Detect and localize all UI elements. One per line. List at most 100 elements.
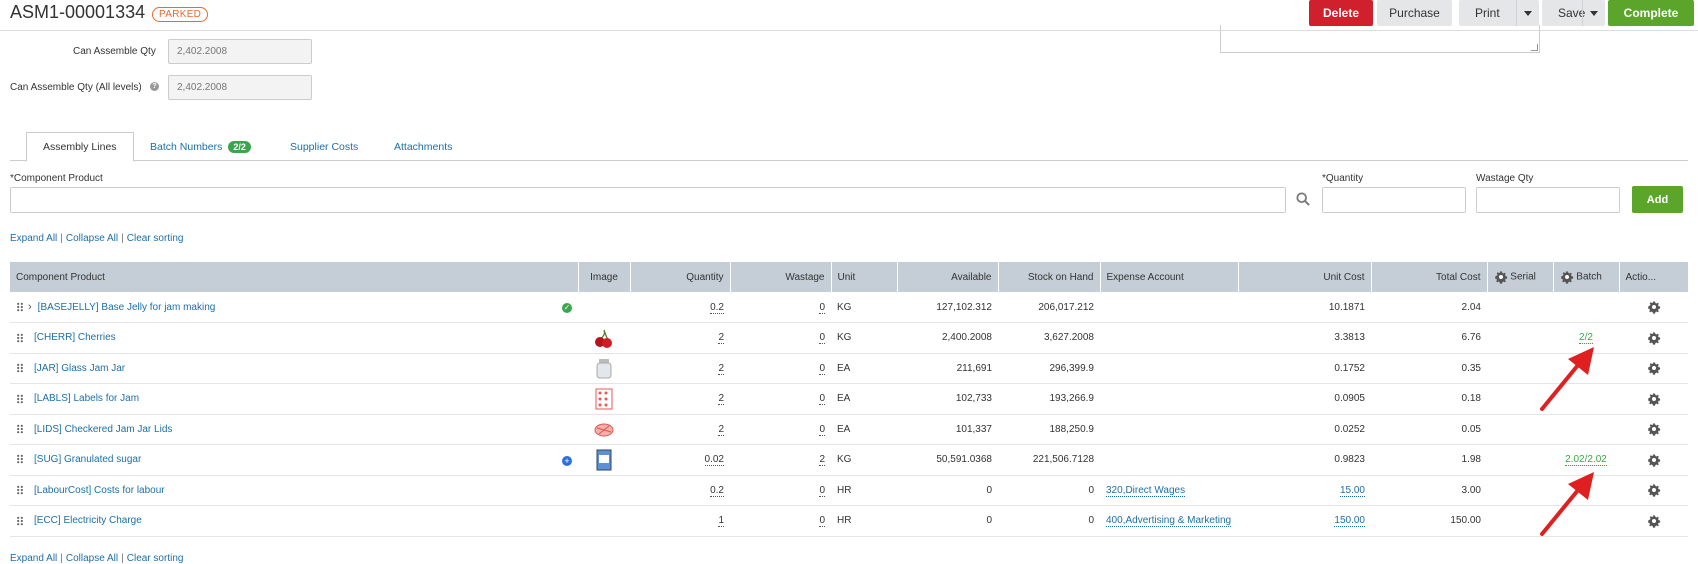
col-wastage[interactable]: Wastage xyxy=(730,262,832,292)
table-row[interactable]: [LABLS] Labels for Jam 2 0 EA 102,733 193,266… xyxy=(10,383,1688,415)
expense-account-link[interactable]: 320,Direct Wages xyxy=(1106,484,1186,497)
product-image[interactable] xyxy=(594,418,614,440)
save-button[interactable]: Save xyxy=(1542,0,1605,26)
component-product-input[interactable] xyxy=(10,187,1286,213)
complete-button[interactable]: Complete xyxy=(1608,0,1694,26)
quantity-value[interactable]: 2 xyxy=(718,332,724,345)
wastage-value[interactable]: 0 xyxy=(819,515,825,528)
col-total-cost[interactable]: Total Cost xyxy=(1371,262,1488,292)
product-link[interactable]: [CHERR] Cherries xyxy=(34,332,116,343)
expand-all-link[interactable]: Expand All xyxy=(10,233,57,244)
gear-icon[interactable] xyxy=(1647,331,1661,345)
expense-account-link[interactable]: 400,Advertising & Marketing xyxy=(1106,515,1232,528)
col-serial[interactable]: Serial xyxy=(1487,262,1554,292)
wastage-value[interactable]: 2 xyxy=(819,454,825,467)
delete-button[interactable]: Delete xyxy=(1309,0,1373,26)
product-image[interactable] xyxy=(594,449,614,471)
product-link[interactable]: [LabourCost] Costs for labour xyxy=(34,485,165,496)
tab-batch-numbers[interactable]: Batch Numbers 2/2 xyxy=(150,132,251,161)
product-link[interactable]: [SUG] Granulated sugar xyxy=(34,454,141,465)
product-link[interactable]: [LABLS] Labels for Jam xyxy=(34,393,139,404)
drag-handle-icon[interactable] xyxy=(16,363,24,373)
expand-all-link[interactable]: Expand All xyxy=(10,553,57,564)
drag-handle-icon[interactable] xyxy=(16,516,24,526)
purchase-button[interactable]: Purchase xyxy=(1377,0,1452,26)
col-quantity[interactable]: Quantity xyxy=(630,262,731,292)
product-link[interactable]: [ECC] Electricity Charge xyxy=(34,515,142,526)
col-component-product[interactable]: Component Product xyxy=(10,262,579,292)
unit-cost-value[interactable]: 15.00 xyxy=(1339,484,1365,497)
gear-icon[interactable] xyxy=(1647,361,1661,375)
unit-cost-value[interactable]: 150.00 xyxy=(1334,515,1365,528)
batch-link[interactable]: 2/2 xyxy=(1579,332,1593,345)
product-link[interactable]: [LIDS] Checkered Jam Jar Lids xyxy=(34,424,172,435)
clear-sorting-link[interactable]: Clear sorting xyxy=(127,553,184,564)
table-row[interactable]: [CHERR] Cherries 2 0 KG 2,400.2008 3,627.2008… xyxy=(10,322,1688,354)
wastage-value[interactable]: 0 xyxy=(819,423,825,436)
print-button[interactable]: Print xyxy=(1459,0,1539,26)
wastage-value[interactable]: 0 xyxy=(819,484,825,497)
gear-icon[interactable] xyxy=(1647,453,1661,467)
product-image[interactable] xyxy=(594,327,614,349)
drag-handle-icon[interactable] xyxy=(16,394,24,404)
drag-handle-icon[interactable] xyxy=(16,424,24,434)
quantity-value[interactable]: 0.2 xyxy=(710,484,724,497)
batch-link[interactable]: 2.02/2.02 xyxy=(1565,454,1607,467)
resize-handle-icon[interactable] xyxy=(1531,44,1538,51)
quantity-value[interactable]: 2 xyxy=(718,393,724,406)
table-row[interactable]: [JAR] Glass Jam Jar 2 0 EA 211,691 296,399.9 0… xyxy=(10,353,1688,384)
search-icon[interactable] xyxy=(1296,192,1310,206)
product-link[interactable]: [JAR] Glass Jam Jar xyxy=(34,363,125,374)
quantity-value[interactable]: 2 xyxy=(718,423,724,436)
product-image[interactable] xyxy=(594,388,614,410)
gear-icon[interactable] xyxy=(1494,270,1508,284)
col-unit-cost[interactable]: Unit Cost xyxy=(1238,262,1372,292)
table-row[interactable]: [LabourCost] Costs for labour 0.2 0 HR 0 0 320… xyxy=(10,475,1688,506)
add-button[interactable]: Add xyxy=(1632,186,1683,213)
gear-icon[interactable] xyxy=(1647,483,1661,497)
drag-handle-icon[interactable] xyxy=(16,454,24,464)
tab-attachments[interactable]: Attachments xyxy=(394,132,452,161)
wastage-qty-input[interactable] xyxy=(1476,187,1620,213)
drag-handle-icon[interactable] xyxy=(16,485,24,495)
wastage-value[interactable]: 0 xyxy=(819,301,825,314)
plus-circle-icon[interactable]: + xyxy=(562,455,572,466)
gear-icon[interactable] xyxy=(1647,300,1661,314)
gear-icon[interactable] xyxy=(1647,514,1661,528)
collapse-all-link[interactable]: Collapse All xyxy=(66,553,118,564)
notes-textarea[interactable] xyxy=(1220,25,1540,53)
quantity-input[interactable] xyxy=(1322,187,1466,213)
tab-supplier-costs[interactable]: Supplier Costs xyxy=(290,132,358,161)
drag-handle-icon[interactable] xyxy=(16,333,24,343)
quantity-value[interactable]: 1 xyxy=(718,515,724,528)
table-row[interactable]: [ECC] Electricity Charge 1 0 HR 0 0 400,Advert… xyxy=(10,505,1688,537)
wastage-value[interactable]: 0 xyxy=(819,332,825,345)
gear-icon[interactable] xyxy=(1647,392,1661,406)
quantity-value[interactable]: 0.02 xyxy=(704,454,724,467)
chevron-down-icon[interactable] xyxy=(1524,11,1532,16)
quantity-value[interactable]: 0.2 xyxy=(710,301,724,314)
drag-handle-icon[interactable] xyxy=(16,302,24,312)
table-row[interactable]: [LIDS] Checkered Jam Jar Lids 2 0 EA 101,337… xyxy=(10,414,1688,445)
chevron-right-icon[interactable]: › xyxy=(28,301,32,313)
product-link[interactable]: [BASEJELLY] Base Jelly for jam making xyxy=(38,302,216,313)
clear-sorting-link[interactable]: Clear sorting xyxy=(127,233,184,244)
tab-assembly-lines[interactable]: Assembly Lines xyxy=(26,132,134,162)
col-stock-on-hand[interactable]: Stock on Hand xyxy=(998,262,1101,292)
cell-stock-on-hand: 3,627.2008 xyxy=(998,322,1100,354)
col-available[interactable]: Available xyxy=(897,262,999,292)
wastage-value[interactable]: 0 xyxy=(819,393,825,406)
col-batch[interactable]: Batch xyxy=(1553,262,1620,292)
gear-icon[interactable] xyxy=(1560,270,1574,284)
table-row[interactable]: [SUG] Granulated sugar +0.02 2 KG 50,591.036… xyxy=(10,444,1688,476)
table-row[interactable]: › [BASEJELLY] Base Jelly for jam making ✓ 0… xyxy=(10,292,1688,323)
help-icon[interactable]: ? xyxy=(150,82,159,91)
quantity-value[interactable]: 2 xyxy=(718,362,724,375)
col-expense-account[interactable]: Expense Account xyxy=(1100,262,1239,292)
product-image[interactable] xyxy=(594,357,614,379)
chevron-down-icon[interactable] xyxy=(1590,11,1598,16)
collapse-all-link[interactable]: Collapse All xyxy=(66,233,118,244)
col-unit[interactable]: Unit xyxy=(831,262,898,292)
gear-icon[interactable] xyxy=(1647,422,1661,436)
wastage-value[interactable]: 0 xyxy=(819,362,825,375)
